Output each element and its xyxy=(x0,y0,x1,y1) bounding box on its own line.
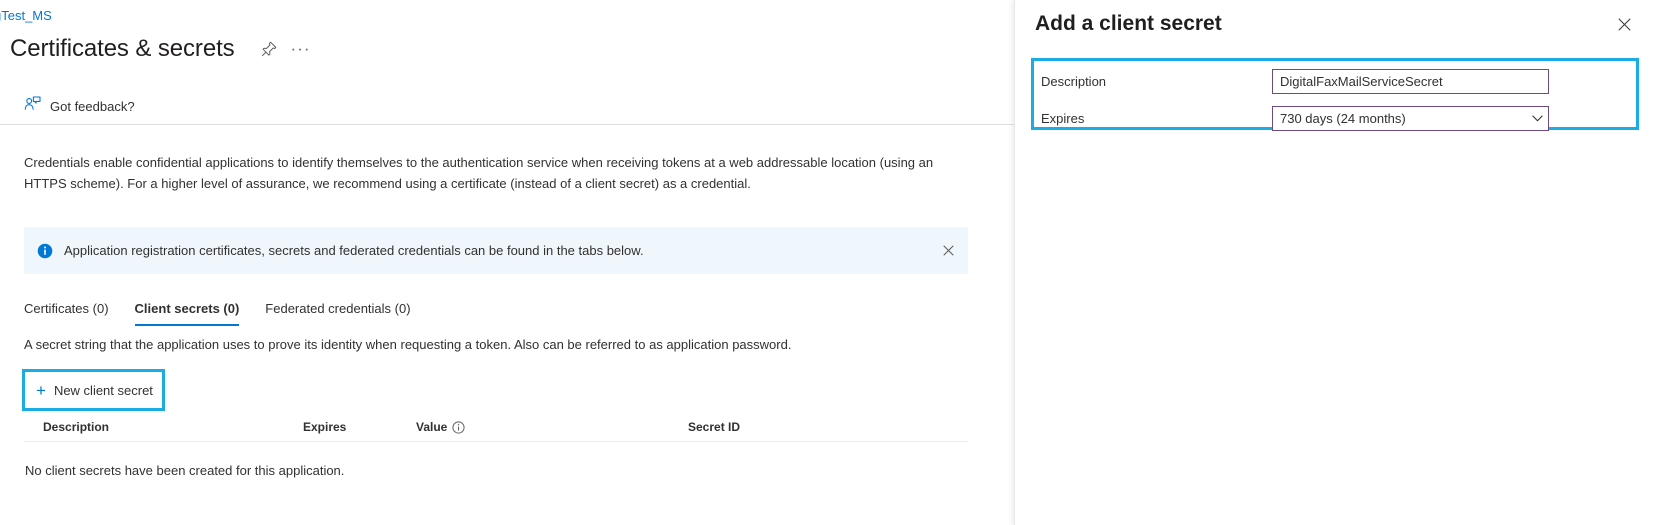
new-client-secret-highlight: + New client secret xyxy=(22,369,165,411)
column-header-secret-id[interactable]: Secret ID xyxy=(688,420,948,434)
column-header-description[interactable]: Description xyxy=(24,420,303,434)
page-title: Certificates & secrets xyxy=(10,33,235,65)
main-blade: gTest_MS Certificates & secrets ··· Got … xyxy=(0,0,1014,525)
breadcrumb-link[interactable]: gTest_MS xyxy=(0,8,52,23)
close-icon[interactable] xyxy=(932,235,964,267)
table-empty-state: No client secrets have been created for … xyxy=(24,463,968,478)
new-client-secret-label: New client secret xyxy=(54,383,153,398)
column-header-value-label: Value xyxy=(416,420,447,434)
close-icon[interactable] xyxy=(1608,8,1640,40)
got-feedback-button[interactable]: Got feedback? xyxy=(24,92,135,120)
column-header-secret-id-label: Secret ID xyxy=(688,420,740,434)
info-circle-icon[interactable] xyxy=(452,421,465,434)
page-title-row: Certificates & secrets ··· xyxy=(10,32,315,66)
info-banner-text: Application registration certificates, s… xyxy=(64,243,932,258)
expires-field-row: Expires 730 days (24 months) xyxy=(1034,103,1636,133)
intro-paragraph: Credentials enable confidential applicat… xyxy=(24,152,934,194)
expires-select-value: 730 days (24 months) xyxy=(1273,111,1526,126)
tab-certificates[interactable]: Certificates (0) xyxy=(24,301,109,326)
column-header-expires[interactable]: Expires xyxy=(303,420,416,434)
description-field-row: Description DigitalFaxMailServiceSecret xyxy=(1034,66,1636,96)
ellipsis-icon[interactable]: ··· xyxy=(287,35,315,63)
column-header-value[interactable]: Value xyxy=(416,420,688,434)
info-banner: Application registration certificates, s… xyxy=(24,227,968,274)
info-circle-icon xyxy=(37,243,53,259)
add-client-secret-panel: Add a client secret Description DigitalF… xyxy=(1014,0,1654,525)
table-header-row: Description Expires Value Secret ID xyxy=(24,413,968,442)
expires-field-label: Expires xyxy=(1041,111,1272,126)
expires-select[interactable]: 730 days (24 months) xyxy=(1272,106,1549,131)
secrets-description: A secret string that the application use… xyxy=(24,337,791,352)
chevron-down-icon[interactable] xyxy=(1526,115,1548,122)
person-feedback-icon xyxy=(24,96,41,117)
panel-fields-highlight: Description DigitalFaxMailServiceSecret … xyxy=(1031,58,1639,130)
description-input[interactable]: DigitalFaxMailServiceSecret xyxy=(1272,69,1549,94)
column-header-expires-label: Expires xyxy=(303,420,346,434)
description-field-label: Description xyxy=(1041,74,1272,89)
client-secrets-table: Description Expires Value Secret ID No xyxy=(24,413,968,478)
tab-federated-credentials[interactable]: Federated credentials (0) xyxy=(265,301,410,326)
panel-header: Add a client secret xyxy=(1015,0,1654,48)
command-bar: Got feedback? xyxy=(0,90,1014,125)
new-client-secret-button[interactable]: + New client secret xyxy=(25,372,162,408)
tab-strip: Certificates (0) Client secrets (0) Fede… xyxy=(24,296,437,326)
got-feedback-label: Got feedback? xyxy=(50,99,135,114)
panel-title: Add a client secret xyxy=(1035,12,1222,36)
column-header-description-label: Description xyxy=(43,420,109,434)
pin-icon[interactable] xyxy=(255,35,283,63)
tab-client-secrets[interactable]: Client secrets (0) xyxy=(135,301,240,326)
plus-icon: + xyxy=(36,382,46,399)
description-input-value: DigitalFaxMailServiceSecret xyxy=(1273,74,1548,89)
